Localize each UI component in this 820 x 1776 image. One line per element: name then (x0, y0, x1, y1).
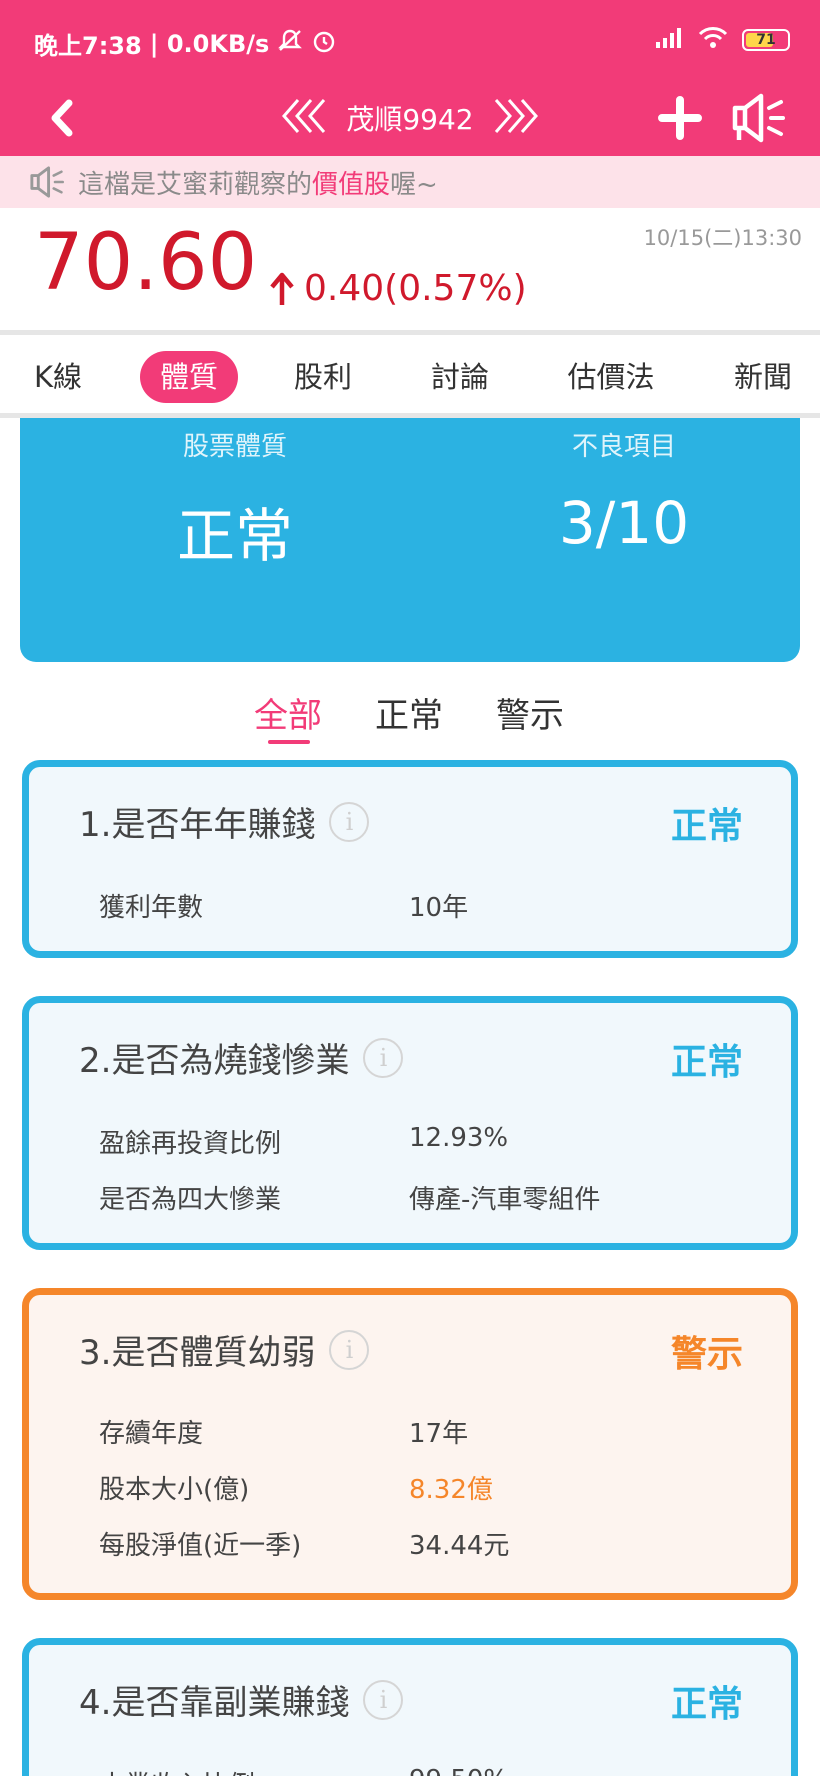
title-bar: 茂順9942 (0, 80, 820, 156)
triple-chevron-right-icon (494, 99, 538, 133)
status-badge: 正常 (670, 1684, 743, 1725)
notice-prefix: 這檔是艾蜜莉觀察的 (78, 169, 313, 200)
check-card-warning: 3.是否體質幼弱 i 警示 存續年度 17年 股本大小(億) 8.32億 每股淨… (22, 1288, 798, 1600)
quality-value: 正常 (176, 502, 293, 570)
bad-items-label: 不良項目 (571, 432, 676, 462)
card-title: 4.是否靠副業賺錢 (79, 1683, 350, 1723)
check-card: 1.是否年年賺錢 i 正常 獲利年數 10年 (22, 760, 798, 958)
row-value: 10年 (409, 893, 469, 923)
card-title: 1.是否年年賺錢 (79, 805, 316, 845)
row-value: 99.50% (409, 1765, 508, 1776)
row-value: 34.44元 (409, 1531, 510, 1561)
info-icon[interactable]: i (363, 1679, 404, 1720)
status-bar: 晚上7:38 | 0.0KB/s 71 (0, 0, 820, 80)
row-label: 獲利年數 (99, 893, 204, 923)
next-stock-button[interactable] (488, 96, 540, 140)
card-title: 2.是否為燒錢慘業 (79, 1041, 350, 1081)
tab-discussion[interactable]: 討論 (415, 351, 505, 403)
status-badge: 正常 (670, 806, 743, 847)
notice-suffix: 喔~ (390, 169, 438, 200)
row-label: 股本大小(億) (99, 1475, 250, 1505)
alarm-icon (311, 28, 337, 60)
filter-all[interactable]: 全部 (254, 688, 322, 737)
tab-quality[interactable]: 體質 (140, 351, 238, 403)
filter-warning[interactable]: 警示 (496, 688, 564, 737)
speaker-button[interactable] (722, 86, 792, 150)
notice-text: 這檔是艾蜜莉觀察的價值股喔~ (78, 164, 438, 201)
row-label: 每股淨值(近一季) (99, 1531, 302, 1561)
check-card: 4.是否靠副業賺錢 i 正常 本業收入比例 99.50% (22, 1638, 798, 1776)
tab-news[interactable]: 新聞 (718, 351, 808, 403)
tab-dividend[interactable]: 股利 (278, 351, 368, 403)
price-change: 0.40(0.57%) (270, 268, 527, 309)
row-value: 12.93% (409, 1123, 509, 1153)
megaphone-icon (732, 93, 785, 143)
row-label: 本業收入比例 (99, 1765, 255, 1776)
page-title: 茂順9942 (346, 103, 474, 136)
add-watchlist-button[interactable] (652, 90, 708, 146)
filter-tabs: 全部 正常 警示 (0, 688, 820, 748)
info-icon[interactable]: i (363, 1037, 404, 1078)
tab-bar: K線 體質 股利 討論 估價法 新聞 (0, 330, 820, 418)
filter-normal[interactable]: 正常 (375, 688, 443, 737)
signal-icon (654, 27, 684, 53)
notice-bar[interactable]: 這檔是艾蜜莉觀察的價值股喔~ (0, 156, 820, 208)
quote-timestamp: 10/15(二)13:30 (643, 226, 802, 250)
wifi-icon (698, 26, 728, 54)
tab-kline[interactable]: K線 (18, 351, 98, 403)
notice-highlight: 價值股 (312, 169, 391, 200)
row-value: 傳產-汽車零組件 (409, 1185, 601, 1215)
megaphone-icon (30, 166, 64, 198)
bad-items-value: 3/10 (558, 489, 690, 557)
status-time: 晚上7:38 (34, 32, 142, 60)
check-card: 2.是否為燒錢慘業 i 正常 盈餘再投資比例 12.93% 是否為四大慘業 傳產… (22, 996, 798, 1250)
price-area: 70.60 0.40(0.57%) 10/15(二)13:30 (0, 208, 820, 330)
filter-underline (268, 740, 310, 744)
summary-card: 股票體質 正常 不良項目 3/10 (20, 418, 800, 662)
status-speed: | 0.0KB/s (149, 29, 270, 58)
tab-valuation[interactable]: 估價法 (555, 351, 667, 403)
card-title: 3.是否體質幼弱 (79, 1333, 316, 1373)
status-badge: 正常 (670, 1042, 743, 1083)
plus-icon (658, 96, 702, 140)
row-label: 存續年度 (99, 1419, 204, 1449)
mute-bell-icon (277, 28, 303, 60)
row-value: 17年 (409, 1419, 469, 1449)
quality-label: 股票體質 (182, 432, 287, 462)
row-value: 8.32億 (409, 1475, 493, 1505)
row-label: 盈餘再投資比例 (99, 1129, 282, 1159)
arrow-up-icon (270, 272, 294, 305)
price-change-value: 0.40(0.57%) (304, 268, 527, 309)
current-price: 70.60 (34, 218, 258, 308)
prev-stock-button[interactable] (280, 96, 332, 140)
triple-chevron-left-icon (282, 99, 326, 133)
row-label: 是否為四大慘業 (99, 1185, 282, 1215)
info-icon[interactable]: i (329, 801, 370, 842)
status-badge: 警示 (670, 1334, 743, 1375)
battery-text: 71 (756, 32, 776, 48)
info-icon[interactable]: i (329, 1329, 370, 1370)
battery-icon: 71 (742, 29, 790, 51)
